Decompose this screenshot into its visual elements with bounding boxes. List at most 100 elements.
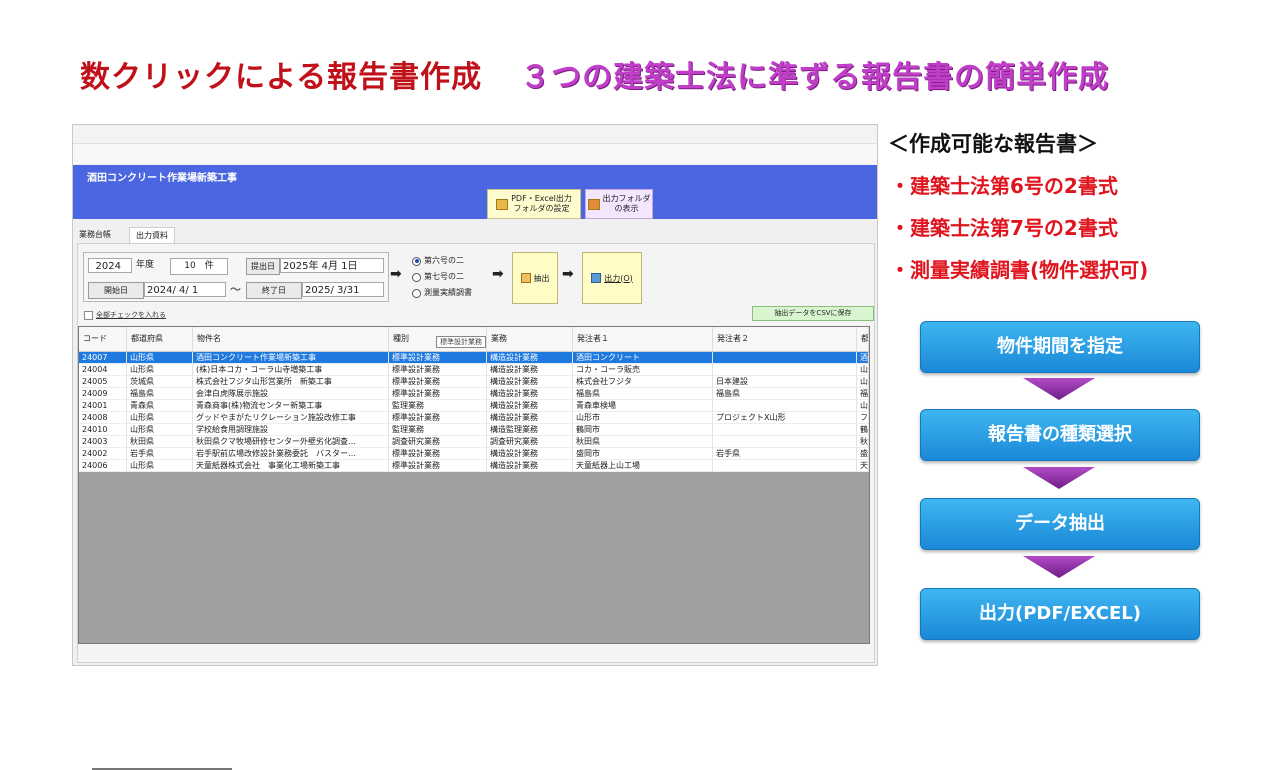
cell-work: 構造設計業務: [487, 388, 573, 400]
cell-client-2: [713, 424, 857, 436]
arrow-right-icon: ➡: [492, 266, 504, 282]
table-row[interactable]: 24005 茨城県 株式会社フジタ山形営業所 新築工事 標準設計業務 構造設計業務 株式会…: [79, 376, 869, 388]
flow-step-period: 物件期間を指定: [920, 321, 1200, 373]
radio-form-7-2[interactable]: 第七号の二: [412, 271, 464, 283]
cell-client-1: 鶴岡市: [573, 424, 713, 436]
year-spinner[interactable]: 2024: [88, 258, 132, 273]
cell-work: 構造設計業務: [487, 412, 573, 424]
cell-prefecture: 山形県: [127, 460, 193, 472]
table-row[interactable]: 24010 山形県 学校給食用調理施設 監理業務 構造監理業務 鶴岡市 鶴: [79, 424, 869, 436]
start-date-button[interactable]: 開始日: [88, 282, 144, 299]
table-row[interactable]: 24001 青森県 青森商事(株)物流センター新築工事 監理業務 構造設計業務 青森車検場…: [79, 400, 869, 412]
cell-work: 構造設計業務: [487, 364, 573, 376]
flow-step-output: 出力(PDF/EXCEL): [920, 588, 1200, 640]
grid-rows: 24007 山形県 酒田コンクリート作業場新築工事 標準設計業務 構造設計業務 酒田コンク…: [79, 352, 869, 472]
col-code[interactable]: コード: [79, 327, 127, 351]
filter-box: 2024 年度 10 件 提出日 2025年 4月 1日 開始日 2024/ 4…: [83, 252, 389, 302]
end-date-button[interactable]: 終了日: [246, 282, 302, 299]
cell-client-2: [713, 436, 857, 448]
window-top-strip: [73, 125, 877, 144]
cell-tooltip: 標準設計業務: [436, 336, 486, 348]
tab-output-materials[interactable]: 出力資料: [129, 227, 175, 243]
cell-property-name: 株式会社フジタ山形営業所 新築工事: [193, 376, 389, 388]
cell-extra: 福: [857, 388, 869, 400]
cell-client-2: [713, 400, 857, 412]
col-work[interactable]: 業務: [487, 327, 573, 351]
cell-prefecture: 秋田県: [127, 436, 193, 448]
cell-client-1: 福島県: [573, 388, 713, 400]
range-tilde: ～: [230, 283, 241, 296]
cell-extra: 鶴: [857, 424, 869, 436]
col-client-1[interactable]: 発注者１: [573, 327, 713, 351]
arrow-right-icon: ➡: [390, 266, 402, 282]
submit-date-button[interactable]: 提出日: [246, 258, 280, 275]
cell-client-2: プロジェクトX山形: [713, 412, 857, 424]
cell-extra: 酒: [857, 352, 869, 364]
output-button[interactable]: 出力(O): [582, 252, 642, 304]
col-prefecture[interactable]: 都道府県: [127, 327, 193, 351]
save-csv-button[interactable]: 抽出データをCSVに保存: [752, 306, 874, 321]
cell-type: 標準設計業務: [389, 352, 487, 364]
table-row[interactable]: 24007 山形県 酒田コンクリート作業場新築工事 標準設計業務 構造設計業務 酒田コンク…: [79, 352, 869, 364]
col-client-2[interactable]: 発注者２: [713, 327, 857, 351]
cell-property-name: 天童紙器株式会社 事業化工場新築工事: [193, 460, 389, 472]
headline-left: 数クリックによる報告書作成: [80, 60, 483, 95]
radio-checked-icon: [412, 256, 421, 266]
extract-icon: [520, 273, 531, 283]
table-row[interactable]: 24004 山形県 (株)日本コカ・コーラ山寺増築工事 標準設計業務 構造設計業務 コカ・…: [79, 364, 869, 376]
cell-work: 構造設計業務: [487, 376, 573, 388]
tab-ledger[interactable]: 業務台帳: [73, 227, 117, 242]
cell-client-1: 盛岡市: [573, 448, 713, 460]
window-gap: [73, 144, 877, 164]
cell-code: 24008: [79, 412, 127, 424]
cell-client-1: 株式会社フジタ: [573, 376, 713, 388]
cell-code: 24006: [79, 460, 127, 472]
year-label: 年度: [136, 260, 155, 270]
col-extra[interactable]: 都: [857, 327, 869, 351]
cell-prefecture: 岩手県: [127, 448, 193, 460]
flow-step-report-type: 報告書の種類選択: [920, 409, 1200, 461]
project-banner: 酒田コンクリート作業場新築工事 PDF・Excel出力 フォルダの設定 出力フォル…: [73, 165, 877, 219]
cell-property-name: 酒田コンクリート作業場新築工事: [193, 352, 389, 364]
col-property-name[interactable]: 物件名: [193, 327, 389, 351]
radio-empty-icon: [412, 288, 421, 298]
show-output-folder-label: 出力フォルダ の表示: [602, 194, 651, 213]
table-row[interactable]: 24009 福島県 会津白虎隊展示施設 標準設計業務 構造設計業務 福島県 福島県福: [79, 388, 869, 400]
table-row[interactable]: 24003 秋田県 秋田県クマ牧場研修センター外壁劣化調査… 調査研究業務 調査研究業務…: [79, 436, 869, 448]
cell-prefecture: 山形県: [127, 424, 193, 436]
show-output-folder-button[interactable]: 出力フォルダ の表示: [585, 189, 653, 219]
start-date-picker[interactable]: 2024/ 4/ 1: [144, 282, 226, 297]
end-date-picker[interactable]: 2025/ 3/31: [302, 282, 384, 297]
cell-type: 標準設計業務: [389, 388, 487, 400]
pdf-excel-folder-label: PDF・Excel出力 フォルダの設定: [511, 194, 572, 213]
table-row[interactable]: 24002 岩手県 岩手駅前広場改修設計業務委託 バスター… 標準設計業務 構造設計業務…: [79, 448, 869, 460]
cell-work: 構造監理業務: [487, 424, 573, 436]
check-all[interactable]: 全部チェックを入れる: [84, 310, 166, 320]
cell-code: 24004: [79, 364, 127, 376]
headline-right: ３つの建築士法に準ずる報告書の簡単作成: [520, 60, 1110, 95]
submit-date-picker[interactable]: 2025年 4月 1日: [280, 258, 384, 273]
output-icon: [591, 273, 602, 283]
cell-work: 構造設計業務: [487, 460, 573, 472]
project-title: 酒田コンクリート作業場新築工事: [87, 173, 237, 184]
table-row[interactable]: 24008 山形県 グッドやまがたリクレーション施設改修工事 標準設計業務 構造設計業務…: [79, 412, 869, 424]
cell-type: 標準設計業務: [389, 364, 487, 376]
cell-prefecture: 茨城県: [127, 376, 193, 388]
cell-property-name: 秋田県クマ牧場研修センター外壁劣化調査…: [193, 436, 389, 448]
cell-client-1: 天童紙器上山工場: [573, 460, 713, 472]
folder-icon: [496, 198, 509, 210]
cell-client-1: 酒田コンクリート: [573, 352, 713, 364]
cell-code: 24007: [79, 352, 127, 364]
cell-code: 24002: [79, 448, 127, 460]
radio-survey-record[interactable]: 測量実績調書: [412, 287, 472, 299]
cell-extra: 山: [857, 376, 869, 388]
table-row[interactable]: 24006 山形県 天童紙器株式会社 事業化工場新築工事 標準設計業務 構造設計業務 天童…: [79, 460, 869, 472]
cell-type: 標準設計業務: [389, 448, 487, 460]
radio-form-6-2[interactable]: 第六号の二: [412, 255, 464, 267]
cell-client-1: 山形市: [573, 412, 713, 424]
extract-button[interactable]: 抽出: [512, 252, 558, 304]
flow-down-arrow-icon: [1023, 467, 1095, 489]
right-title: ＜作成可能な報告書＞: [888, 132, 1098, 156]
cell-extra: 秋: [857, 436, 869, 448]
pdf-excel-folder-button[interactable]: PDF・Excel出力 フォルダの設定: [487, 189, 581, 219]
